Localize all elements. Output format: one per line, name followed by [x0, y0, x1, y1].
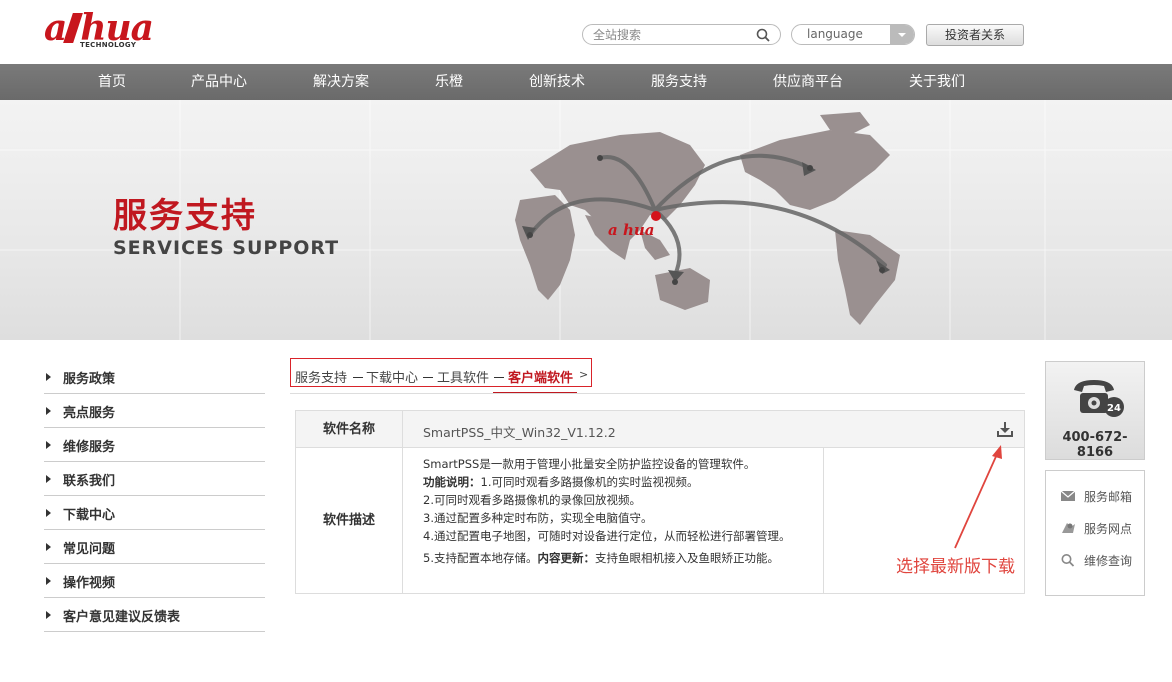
header: ahua TECHNOLOGY language 投资者关系 [0, 0, 1172, 64]
desc-text: 1.可同时观看多路摄像机的实时监视视频。 [480, 475, 699, 489]
breadcrumb: 服务支持 下载中心 工具软件 客户端软件 > [290, 358, 592, 387]
sidebar-item-label: 客户意见建议反馈表 [63, 610, 181, 625]
site-search[interactable] [582, 24, 781, 45]
service-outlets-link[interactable]: 服务网点 [1060, 518, 1144, 538]
annotation-arrow [954, 445, 1002, 549]
nav-item-solutions[interactable]: 解决方案 [313, 64, 369, 100]
caret-right-icon [46, 543, 51, 551]
chevron-down-icon[interactable] [890, 25, 914, 44]
software-name-value: SmartPSS_中文_Win32_V1.12.2 [423, 425, 616, 440]
location-icon [1062, 523, 1075, 533]
breadcrumb-item-client-software[interactable]: 客户端软件 [508, 367, 573, 386]
sidebar-menu: 服务政策 亮点服务 维修服务 联系我们 下载中心 常见问题 操作视频 客户意见建… [44, 360, 265, 632]
software-description: SmartPSS是一款用于管理小批量安全防护监控设备的管理软件。 功能说明：1.… [423, 455, 818, 567]
service-outlets-label: 服务网点 [1084, 522, 1133, 536]
desc-line: 3.通过配置多种定时布防，实现全电脑值守。 [423, 511, 653, 525]
sidebar-item-label: 亮点服务 [63, 406, 116, 421]
banner-title: 服务支持 [113, 196, 257, 236]
sidebar-item-repair-services[interactable]: 维修服务 [44, 428, 265, 462]
hotline-panel[interactable]: 24 400-672-8166 [1045, 361, 1145, 460]
sidebar-item-highlight-services[interactable]: 亮点服务 [44, 394, 265, 428]
breadcrumb-separator [353, 377, 363, 378]
service-banner: 服务支持 SERVICES SUPPORT a hua [0, 100, 1172, 340]
caret-right-icon [46, 577, 51, 585]
sidebar-item-videos[interactable]: 操作视频 [44, 564, 265, 598]
sidebar-item-service-policy[interactable]: 服务政策 [44, 360, 265, 394]
breadcrumb-arrow: > [579, 368, 589, 381]
nav-item-lechange[interactable]: 乐橙 [435, 64, 463, 100]
desc-func-label: 功能说明： [423, 475, 481, 489]
breadcrumb-separator [423, 377, 433, 378]
map-logo: a hua [608, 221, 654, 239]
desc-update-label: 内容更新： [537, 551, 595, 565]
service-mail-label: 服务邮箱 [1084, 490, 1133, 504]
caret-right-icon [46, 441, 51, 449]
caret-right-icon [46, 509, 51, 517]
phone-24h-icon: 24 [1074, 380, 1124, 417]
download-icon[interactable] [996, 420, 1014, 438]
nav-item-support[interactable]: 服务支持 [651, 64, 707, 100]
investor-relations-button[interactable]: 投资者关系 [926, 24, 1024, 46]
annotation-text: 选择最新版下载 [896, 557, 1015, 577]
desc-line: 2.可同时观看多路摄像机的录像回放视频。 [423, 493, 641, 507]
content-divider [290, 393, 1025, 394]
caret-right-icon [46, 475, 51, 483]
logo-subtext: TECHNOLOGY [80, 41, 137, 49]
search-icon[interactable] [756, 28, 770, 42]
caret-right-icon [46, 611, 51, 619]
desc-line: 5.支持配置本地存储。内容更新：支持鱼眼相机接入及鱼眼矫正功能。 [423, 549, 818, 567]
mail-icon [1060, 490, 1076, 501]
desc-line: SmartPSS是一款用于管理小批量安全防护监控设备的管理软件。 [423, 457, 756, 471]
service-links: 服务邮箱 服务网点 维修查询 [1045, 470, 1145, 596]
service-mail-link[interactable]: 服务邮箱 [1060, 486, 1144, 506]
hotline-number: 400-672-8166 [1062, 430, 1128, 460]
sidebar-item-label: 服务政策 [63, 372, 116, 387]
breadcrumb-item-tools[interactable]: 工具软件 [437, 367, 489, 386]
desc-line: 4.通过配置电子地图，可随时对设备进行定位，从而轻松进行部署管理。 [423, 529, 791, 543]
language-select[interactable]: language [791, 24, 915, 45]
desc-text: 5.支持配置本地存储。 [423, 551, 538, 565]
cell-divider [823, 448, 824, 593]
language-label: language [807, 27, 863, 41]
service-repair-query-label: 维修查询 [1084, 554, 1133, 568]
caret-right-icon [46, 373, 51, 381]
breadcrumb-item-support[interactable]: 服务支持 [295, 367, 347, 386]
service-repair-query-link[interactable]: 维修查询 [1060, 550, 1144, 570]
nav-item-about[interactable]: 关于我们 [909, 64, 965, 100]
sidebar-item-contact-us[interactable]: 联系我们 [44, 462, 265, 496]
software-name-label: 软件名称 [296, 411, 403, 448]
caret-right-icon [46, 407, 51, 415]
search-icon [1061, 554, 1075, 567]
search-input[interactable] [593, 27, 753, 43]
nav-item-suppliers[interactable]: 供应商平台 [773, 64, 843, 100]
sidebar-item-download-center[interactable]: 下载中心 [44, 496, 265, 530]
nav-item-innovation[interactable]: 创新技术 [529, 64, 585, 100]
sidebar-item-label: 维修服务 [63, 440, 116, 455]
sidebar-item-label: 下载中心 [63, 508, 116, 523]
sidebar-item-faq[interactable]: 常见问题 [44, 530, 265, 564]
desc-text: 支持鱼眼相机接入及鱼眼矫正功能。 [594, 551, 779, 565]
sidebar-item-feedback[interactable]: 客户意见建议反馈表 [44, 598, 265, 632]
dahua-logo[interactable]: a hua TECHNOLOGY [44, 8, 184, 54]
sidebar-item-label: 操作视频 [63, 576, 116, 591]
desc-line: 功能说明：1.可同时观看多路摄像机的实时监视视频。 [423, 473, 818, 491]
breadcrumb-item-download[interactable]: 下载中心 [366, 367, 418, 386]
world-map-graphic: a hua [515, 112, 900, 325]
software-desc-label: 软件描述 [296, 448, 403, 593]
sidebar-item-label: 联系我们 [63, 474, 116, 489]
nav-item-products[interactable]: 产品中心 [191, 64, 247, 100]
hotline-badge: 24 [1107, 403, 1121, 414]
table-row: 软件名称 SmartPSS_中文_Win32_V1.12.2 [296, 411, 1024, 448]
banner-subtitle: SERVICES SUPPORT [113, 237, 340, 259]
main-nav: 首页 产品中心 解决方案 乐橙 创新技术 服务支持 供应商平台 关于我们 [0, 64, 1172, 100]
breadcrumb-separator [494, 377, 504, 378]
nav-item-home[interactable]: 首页 [98, 64, 126, 100]
sidebar-item-label: 常见问题 [63, 542, 116, 557]
